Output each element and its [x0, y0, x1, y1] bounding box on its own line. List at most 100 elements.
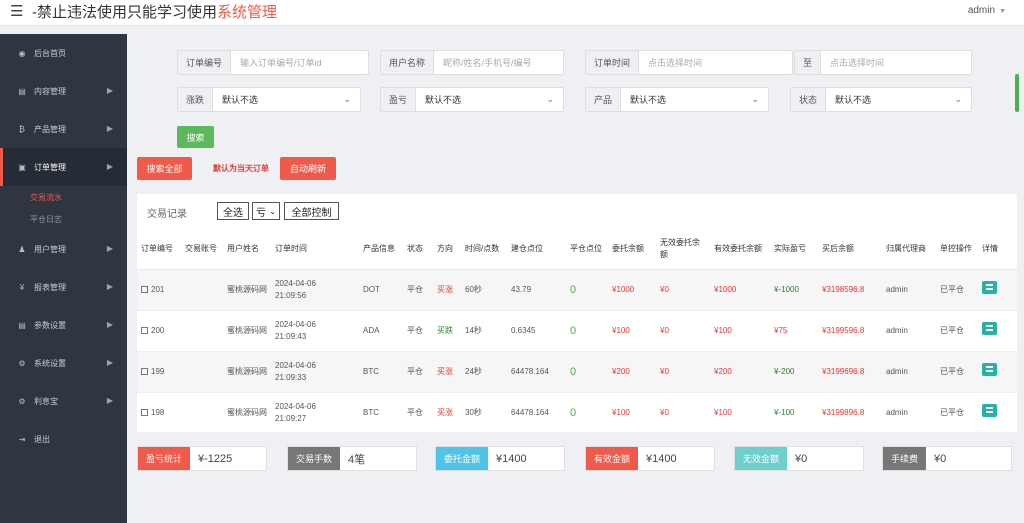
time-from-input[interactable]: 点击选择时间	[639, 51, 792, 74]
control-cell: 已平仓	[936, 392, 978, 434]
content-icon: ▤	[18, 86, 26, 96]
stat-box: 无效金额 ¥0	[734, 446, 864, 471]
stat-value: ¥1400	[496, 452, 527, 465]
updown-select[interactable]: 默认不选 ⌄	[213, 88, 360, 111]
open-price-cell: 64478.164	[507, 392, 566, 434]
stat-label: 盈亏统计	[138, 447, 191, 470]
profit-value: 默认不选	[425, 95, 462, 105]
menu-icon[interactable]: ☰	[10, 4, 23, 20]
status-cell: 平仓	[403, 269, 433, 311]
yen-icon: ¥	[19, 282, 25, 292]
detail-cell	[978, 310, 1017, 352]
bitcoin-icon: ₿	[19, 124, 25, 134]
column-header: 无效委托余额	[656, 230, 710, 270]
status-select[interactable]: 默认不选 ⌄	[826, 88, 971, 111]
sidebar-item-8[interactable]: ⚙ 利息宝 ▶	[0, 382, 127, 420]
time-to-input[interactable]: 点击选择时间	[821, 51, 971, 74]
order-id-cell: 200	[137, 310, 181, 352]
agent-cell: admin	[882, 392, 936, 434]
order-date: 2024-04-06	[275, 360, 316, 370]
order-no-input[interactable]: 输入订单编号/订单id	[231, 51, 368, 74]
sidebar-item-9[interactable]: ⇥ 退出	[0, 420, 127, 458]
admin-menu[interactable]: admin ▼	[968, 5, 1006, 16]
product-cell: BTC	[359, 351, 403, 393]
sidebar-item-4[interactable]: ♟ 用户管理 ▶	[0, 230, 127, 268]
updown-label: 涨跌	[178, 88, 214, 111]
balance-cell: ¥3198596.8	[818, 269, 882, 311]
column-header: 交易账号	[181, 230, 223, 270]
chevron-right-icon: ▶	[106, 282, 113, 291]
close-price-cell: 0	[566, 392, 608, 434]
valid-amount-cell: ¥100	[710, 392, 770, 434]
direction-cell: 买涨	[433, 392, 461, 434]
detail-icon[interactable]	[982, 322, 997, 335]
detail-icon[interactable]	[982, 404, 997, 417]
sidebar: ◉ 后台首页 ▤ 内容管理 ▶ ₿ 产品管理 ▶ ▣ 订单管理 ▶ 交易流水 平仓日志 ♟ 用户管理 ▶ ¥ 报表…	[0, 34, 127, 523]
close-price-cell: 0	[566, 310, 608, 352]
control-cell: 已平仓	[936, 351, 978, 393]
order-icon: ▣	[18, 162, 26, 172]
row-checkbox[interactable]	[141, 408, 148, 416]
chevron-right-icon: ▶	[106, 162, 113, 171]
table-header-row: 订单编号 交易账号 用户姓名 订单时间 产品信息 状态 方向 时间/点数 建仓点位 平仓点位 委托余…	[137, 230, 1017, 270]
row-checkbox[interactable]	[141, 326, 148, 334]
sidebar-item-6[interactable]: ▤ 参数设置 ▶	[0, 306, 127, 344]
table-row: 200 蜜桃源码网 2024-04-06 21:09:43 ADA 平仓 买跌 14秒 0.63…	[137, 310, 1017, 352]
row-checkbox[interactable]	[141, 367, 148, 375]
column-header: 单控操作	[936, 230, 978, 270]
pnl-cell: ¥75	[770, 310, 818, 352]
column-header: 建仓点位	[507, 230, 566, 270]
caret-down-icon: ▼	[999, 8, 1006, 15]
amount-cell: ¥1000	[608, 269, 656, 311]
sidebar-item-0[interactable]: ◉ 后台首页	[0, 34, 127, 72]
sidebar-item-label: 后台首页	[34, 48, 66, 58]
detail-icon[interactable]	[982, 281, 997, 294]
dashboard-icon: ◉	[18, 48, 26, 58]
invalid-amount-cell: ¥0	[656, 310, 710, 352]
amount-cell: ¥100	[608, 310, 656, 352]
select-all-button[interactable]: 全选	[217, 202, 249, 220]
profit-control-select[interactable]: 亏 ⌄	[252, 202, 280, 220]
product-select[interactable]: 默认不选 ⌄	[621, 88, 768, 111]
sidebar-item-1[interactable]: ▤ 内容管理 ▶	[0, 72, 127, 110]
auto-refresh-button[interactable]: 自动刷新	[280, 157, 336, 180]
time-cell: 2024-04-06 21:09:27	[271, 392, 359, 434]
sidebar-item-3[interactable]: ▣ 订单管理 ▶	[0, 148, 127, 186]
direction-cell: 买涨	[433, 351, 461, 393]
search-button[interactable]: 搜索	[177, 126, 214, 148]
chevron-right-icon: ▶	[106, 244, 113, 253]
scrollbar-thumb[interactable]	[1015, 74, 1019, 112]
order-time: 21:09:27	[275, 413, 307, 423]
sidebar-item-2[interactable]: ₿ 产品管理 ▶	[0, 110, 127, 148]
sidebar-subitem-1[interactable]: 平仓日志	[0, 208, 127, 230]
sidebar-subitem-0[interactable]: 交易流水	[0, 186, 127, 208]
search-all-button[interactable]: 搜索全部	[137, 157, 192, 180]
status-label: 状态	[791, 88, 827, 111]
gear-icon: ⚙	[18, 358, 26, 368]
order-id: 198	[151, 407, 165, 417]
chevron-down-icon: ⌄	[343, 94, 351, 104]
duration-cell: 30秒	[461, 392, 507, 434]
balance-cell: ¥3199896.8	[818, 392, 882, 434]
invalid-amount-cell: ¥0	[656, 269, 710, 311]
status-value: 默认不选	[835, 95, 872, 105]
order-date: 2024-04-06	[275, 401, 316, 411]
top-bar: ☰ -禁止违法使用只能学习使用系统管理 admin ▼	[0, 0, 1024, 26]
invalid-amount-cell: ¥0	[656, 351, 710, 393]
time-cell: 2024-04-06 21:09:56	[271, 269, 359, 311]
profit-select[interactable]: 默认不选 ⌄	[416, 88, 563, 111]
username-input[interactable]: 昵称/姓名/手机号/编号	[434, 51, 563, 74]
column-header: 实际盈亏	[770, 230, 818, 270]
control-all-button[interactable]: 全部控制	[284, 202, 339, 220]
site-title-text: -禁止违法使用只能学习使用	[32, 4, 217, 21]
sidebar-item-7[interactable]: ⚙ 系统设置 ▶	[0, 344, 127, 382]
stat-box: 委托金额 ¥1400	[435, 446, 565, 471]
column-header: 订单时间	[271, 230, 359, 270]
detail-icon[interactable]	[982, 363, 997, 376]
row-checkbox[interactable]	[141, 285, 148, 293]
product-cell: ADA	[359, 310, 403, 352]
account-cell	[181, 392, 223, 434]
chevron-down-icon: ⌄	[751, 94, 759, 104]
sidebar-item-5[interactable]: ¥ 报表管理 ▶	[0, 268, 127, 306]
chevron-right-icon: ▶	[106, 124, 113, 133]
